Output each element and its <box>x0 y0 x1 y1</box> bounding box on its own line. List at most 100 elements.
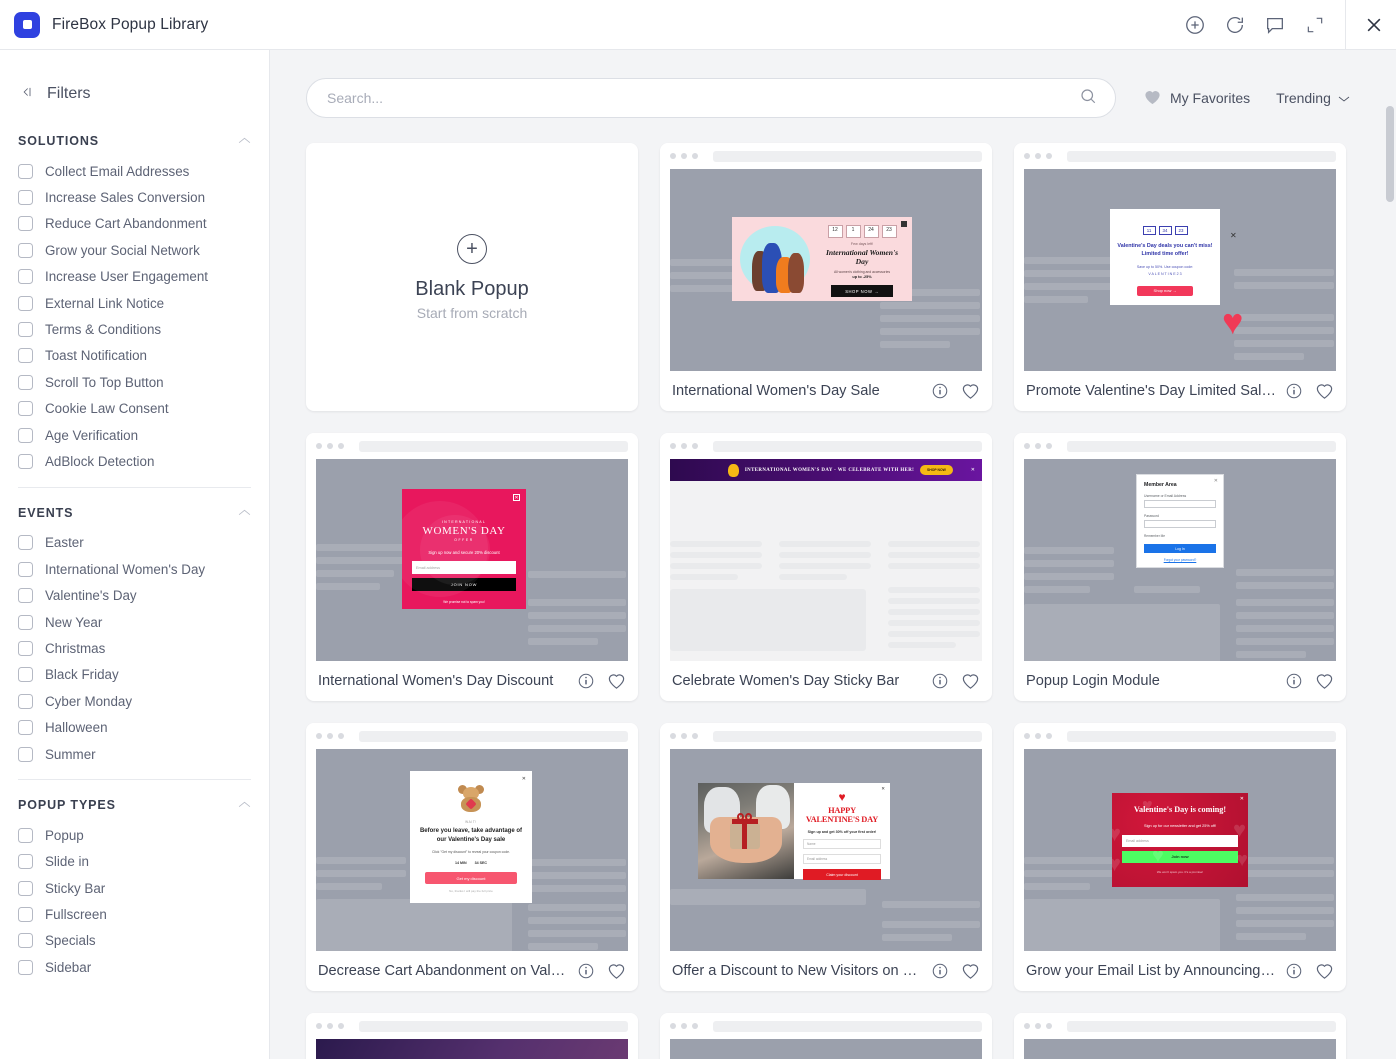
heart-outline-icon[interactable] <box>961 962 980 980</box>
heart-outline-icon[interactable] <box>961 382 980 400</box>
scrollbar-track[interactable] <box>1386 102 1394 1059</box>
section-header-popup-types[interactable]: POPUP TYPES <box>18 788 251 822</box>
info-icon[interactable] <box>1285 382 1303 400</box>
filter-option-increase-user-engagement[interactable]: Increase User Engagement <box>18 264 251 290</box>
filter-option-sidebar[interactable]: Sidebar <box>18 954 251 980</box>
checkbox[interactable] <box>18 959 33 975</box>
filter-option-fullscreen[interactable]: Fullscreen <box>18 901 251 927</box>
filter-option-international-womens-day[interactable]: International Women's Day <box>18 556 251 582</box>
info-icon[interactable] <box>577 962 595 980</box>
checkbox[interactable] <box>18 348 33 364</box>
checkbox[interactable] <box>18 427 33 443</box>
filter-option-sticky-bar[interactable]: Sticky Bar <box>18 875 251 901</box>
checkbox[interactable] <box>18 561 33 577</box>
info-icon[interactable] <box>577 672 595 690</box>
sidebar-divider <box>18 486 251 488</box>
filter-option-slide-in[interactable]: Slide in <box>18 849 251 875</box>
heart-outline-icon[interactable] <box>607 962 626 980</box>
card-template[interactable]: ♥ 11 34 23 Valentine's Day deals you can… <box>1014 143 1346 411</box>
checkbox[interactable] <box>18 746 33 762</box>
section-header-solutions[interactable]: SOLUTIONS <box>18 124 251 158</box>
filter-option-scroll-to-top-button[interactable]: Scroll To Top Button <box>18 369 251 395</box>
filter-option-easter[interactable]: Easter <box>18 530 251 556</box>
card-template[interactable]: ✕ ♥ HAPPY VALENTINE'S DAY Sign up and ge… <box>660 723 992 991</box>
checkbox[interactable] <box>18 190 33 206</box>
checkbox[interactable] <box>18 374 33 390</box>
checkbox[interactable] <box>18 614 33 630</box>
filter-option-increase-sales-conversion[interactable]: Increase Sales Conversion <box>18 184 251 210</box>
expand-icon[interactable] <box>1295 0 1335 50</box>
checkbox[interactable] <box>18 322 33 338</box>
checkbox[interactable] <box>18 269 33 285</box>
checkbox[interactable] <box>18 933 33 949</box>
checkbox[interactable] <box>18 907 33 923</box>
checkbox[interactable] <box>18 854 33 870</box>
filter-option-summer[interactable]: Summer <box>18 741 251 767</box>
filter-option-adblock-detection[interactable]: AdBlock Detection <box>18 448 251 474</box>
checkbox[interactable] <box>18 640 33 656</box>
comment-icon[interactable] <box>1255 0 1295 50</box>
info-icon[interactable] <box>931 672 949 690</box>
checkbox[interactable] <box>18 720 33 736</box>
filter-option-cookie-law-consent[interactable]: Cookie Law Consent <box>18 396 251 422</box>
filter-option-christmas[interactable]: Christmas <box>18 635 251 661</box>
search-icon[interactable] <box>1079 87 1097 110</box>
info-icon[interactable] <box>931 962 949 980</box>
info-icon[interactable] <box>931 382 949 400</box>
checkbox[interactable] <box>18 667 33 683</box>
filter-option-collect-email-addresses[interactable]: Collect Email Addresses <box>18 158 251 184</box>
refresh-icon[interactable] <box>1215 0 1255 50</box>
close-icon[interactable] <box>1352 0 1396 50</box>
filter-option-grow-your-social-network[interactable]: Grow your Social Network <box>18 237 251 263</box>
checkbox[interactable] <box>18 588 33 604</box>
filters-toggle[interactable]: Filters <box>18 72 251 116</box>
filter-option-popup[interactable]: Popup <box>18 822 251 848</box>
heart-outline-icon[interactable] <box>1315 962 1334 980</box>
checkbox[interactable] <box>18 880 33 896</box>
filter-option-specials[interactable]: Specials <box>18 928 251 954</box>
checkbox[interactable] <box>18 295 33 311</box>
checkbox[interactable] <box>18 693 33 709</box>
filter-section-solutions: SOLUTIONS Collect Email Addresses Increa… <box>18 124 251 475</box>
search-box[interactable] <box>306 78 1116 118</box>
filter-option-age-verification[interactable]: Age Verification <box>18 422 251 448</box>
filter-option-black-friday[interactable]: Black Friday <box>18 662 251 688</box>
info-icon[interactable] <box>1285 672 1303 690</box>
heart-outline-icon[interactable] <box>607 672 626 690</box>
checkbox[interactable] <box>18 827 33 843</box>
card-template[interactable]: 12 1 24 23 Few days left! International … <box>660 143 992 411</box>
heart-outline-icon[interactable] <box>1315 382 1334 400</box>
checkbox[interactable] <box>18 401 33 417</box>
card-template[interactable]: ♥ ♥ ♥ ♥ ♥ ♥ ✕ Valentine's Day is coming!… <box>1014 723 1346 991</box>
checkbox[interactable] <box>18 242 33 258</box>
add-new-icon[interactable] <box>1175 0 1215 50</box>
checkbox[interactable] <box>18 535 33 551</box>
scrollbar-thumb[interactable] <box>1386 106 1394 202</box>
card-template[interactable]: ✕ Member Area Username or Email Address … <box>1014 433 1346 701</box>
my-favorites-button[interactable]: My Favorites <box>1144 89 1250 108</box>
card-template[interactable]: ✕ WAIT! Before you leave, take advantage… <box>306 723 638 991</box>
checkbox[interactable] <box>18 163 33 179</box>
checkbox[interactable] <box>18 216 33 232</box>
sort-dropdown[interactable]: Trending <box>1276 90 1350 106</box>
search-input[interactable] <box>325 89 1079 107</box>
card-blank-popup[interactable]: + Blank Popup Start from scratch <box>306 143 638 411</box>
filter-option-terms-conditions[interactable]: Terms & Conditions <box>18 316 251 342</box>
filter-option-reduce-cart-abandonment[interactable]: Reduce Cart Abandonment <box>18 211 251 237</box>
filter-option-halloween[interactable]: Halloween <box>18 714 251 740</box>
filter-option-new-year[interactable]: New Year <box>18 609 251 635</box>
card-template[interactable] <box>306 1013 638 1059</box>
filter-option-cyber-monday[interactable]: Cyber Monday <box>18 688 251 714</box>
filter-option-valentines-day[interactable]: Valentine's Day <box>18 582 251 608</box>
card-template[interactable] <box>1014 1013 1346 1059</box>
heart-outline-icon[interactable] <box>1315 672 1334 690</box>
checkbox[interactable] <box>18 453 33 469</box>
info-icon[interactable] <box>1285 962 1303 980</box>
card-template[interactable] <box>660 1013 992 1059</box>
card-template[interactable]: INTERNATIONAL WOMEN'S DAY - WE CELEBRATE… <box>660 433 992 701</box>
filter-option-toast-notification[interactable]: Toast Notification <box>18 343 251 369</box>
heart-outline-icon[interactable] <box>961 672 980 690</box>
section-header-events[interactable]: EVENTS <box>18 496 251 530</box>
card-template[interactable]: ✕ INTERNATIONAL WOMEN'S DAY OFFER Sign u… <box>306 433 638 701</box>
filter-option-external-link-notice[interactable]: External Link Notice <box>18 290 251 316</box>
